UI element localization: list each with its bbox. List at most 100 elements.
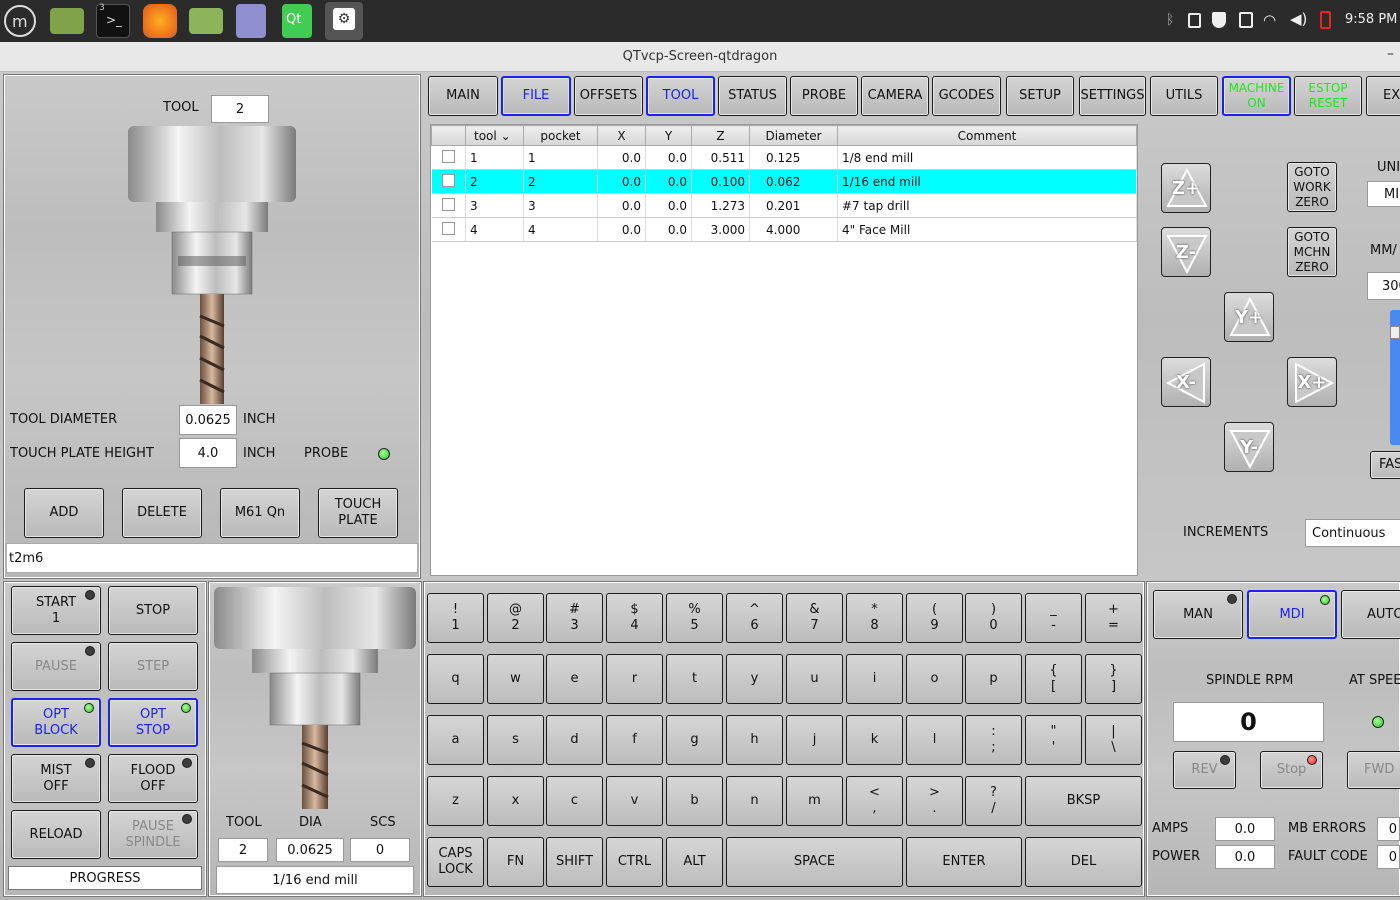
column-tool[interactable]: tool ⌄ <box>465 125 524 146</box>
cell-tool[interactable]: 4 <box>465 217 524 242</box>
key-row4-8[interactable]: > . <box>906 776 963 826</box>
key-backspace[interactable]: BKSP <box>1025 776 1142 826</box>
cell-dia[interactable]: 0.201 <box>749 193 838 218</box>
spindle-reverse-button[interactable]: REV <box>1173 751 1236 789</box>
tab-utils[interactable]: UTILS <box>1150 76 1218 116</box>
cell-z[interactable]: 3.000 <box>691 217 750 242</box>
key-row3-7[interactable]: k <box>846 715 903 765</box>
jog-y-plus-button[interactable]: Y+ <box>1224 292 1274 342</box>
firefox-icon[interactable] <box>143 4 177 38</box>
cell-z[interactable]: 0.511 <box>691 145 750 170</box>
cell-z[interactable]: 0.100 <box>691 169 750 194</box>
key-row3-3[interactable]: f <box>606 715 663 765</box>
key-row4-9[interactable]: ? / <box>965 776 1022 826</box>
cell-pocket[interactable]: 2 <box>523 169 598 194</box>
tab-gcodes[interactable]: GCODES <box>932 76 1001 116</box>
mist-button[interactable]: MIST OFF <box>11 754 101 803</box>
tool-table[interactable]: tool ⌄ pocket X Y Z Diameter Comment 110… <box>430 124 1138 576</box>
tab-estop-reset[interactable]: ESTOP RESET <box>1294 76 1362 116</box>
cell-pocket[interactable]: 4 <box>523 217 598 242</box>
tool-table-row[interactable]: 3 3 0.0 0.0 1.273 0.201 #7 tap drill <box>431 193 1137 218</box>
key-row5-2[interactable]: SHIFT <box>546 837 603 887</box>
key-row2-1[interactable]: w <box>487 654 544 704</box>
cell-x[interactable]: 0.0 <box>597 217 646 242</box>
mode-manual-button[interactable]: MAN <box>1153 590 1243 639</box>
key-row5-0[interactable]: CAPS LOCK <box>427 837 484 887</box>
clock[interactable]: 9:58 PM <box>1345 12 1397 27</box>
key-row4-7[interactable]: < , <box>846 776 903 826</box>
shield-icon[interactable] <box>1212 12 1226 28</box>
cell-dia[interactable]: 0.125 <box>749 145 838 170</box>
text-editor-icon[interactable] <box>236 4 266 38</box>
key-row1-7[interactable]: * 8 <box>846 593 903 643</box>
key-row4-2[interactable]: c <box>546 776 603 826</box>
column-comment[interactable]: Comment <box>837 125 1137 146</box>
mode-mdi-button[interactable]: MDI <box>1247 590 1337 639</box>
jog-y-minus-button[interactable]: Y- <box>1224 422 1274 472</box>
key-space[interactable]: SPACE <box>726 837 903 887</box>
spindle-forward-button[interactable]: FWD <box>1347 751 1400 789</box>
opt-block-button[interactable]: OPT BLOCK <box>11 698 101 747</box>
tool-table-row[interactable]: 1 1 0.0 0.0 0.511 0.125 1/8 end mill <box>431 145 1137 170</box>
key-row1-5[interactable]: ^ 6 <box>726 593 783 643</box>
clipboard-icon[interactable] <box>1188 13 1201 28</box>
files-icon[interactable] <box>189 8 223 34</box>
goto-machine-zero-button[interactable]: GOTO MCHN ZERO <box>1287 227 1337 277</box>
m61-button[interactable]: M61 Qn <box>220 488 300 538</box>
key-row2-7[interactable]: i <box>846 654 903 704</box>
cell-tool[interactable]: 2 <box>465 169 524 194</box>
row-checkbox[interactable] <box>441 173 455 187</box>
wifi-icon[interactable]: ◠ <box>1263 11 1276 29</box>
jog-rate-field[interactable]: 300 <box>1367 272 1400 300</box>
volume-icon[interactable]: ◀) <box>1290 10 1307 28</box>
cell-pocket[interactable]: 3 <box>523 193 598 218</box>
key-row5-1[interactable]: FN <box>487 837 544 887</box>
jog-z-plus-button[interactable]: Z+ <box>1161 163 1211 213</box>
tab-setup[interactable]: SETUP <box>1006 76 1074 116</box>
tab-file[interactable]: FILE <box>501 76 571 116</box>
start-button[interactable]: START 1 <box>11 586 101 635</box>
key-row4-0[interactable]: z <box>427 776 484 826</box>
pause-button[interactable]: PAUSE <box>11 642 101 691</box>
battery-icon[interactable] <box>1320 11 1331 29</box>
key-row2-8[interactable]: o <box>906 654 963 704</box>
tool-number-field[interactable]: 2 <box>211 95 269 123</box>
tab-main[interactable]: MAIN <box>428 76 498 116</box>
window-titlebar[interactable]: QTvcp-Screen-qtdragon – <box>0 42 1400 72</box>
reload-button[interactable]: RELOAD <box>11 810 101 859</box>
cell-comment[interactable]: 4" Face Mill <box>837 217 1137 242</box>
row-checkbox[interactable] <box>441 221 455 235</box>
key-row4-4[interactable]: b <box>666 776 723 826</box>
tool-table-row[interactable]: 2 2 0.0 0.0 0.100 0.062 1/16 end mill <box>431 169 1137 194</box>
row-select-cell[interactable] <box>431 217 466 242</box>
key-row4-6[interactable]: m <box>786 776 843 826</box>
key-enter[interactable]: ENTER <box>906 837 1022 887</box>
cell-y[interactable]: 0.0 <box>645 193 692 218</box>
tab-tool[interactable]: TOOL <box>646 76 715 116</box>
key-row3-11[interactable]: | \ <box>1085 715 1142 765</box>
stop-button[interactable]: STOP <box>108 586 198 635</box>
mode-auto-button[interactable]: AUTO <box>1341 590 1400 639</box>
column-diameter[interactable]: Diameter <box>749 125 838 146</box>
key-row3-2[interactable]: d <box>546 715 603 765</box>
cell-comment[interactable]: 1/8 end mill <box>837 145 1137 170</box>
cell-tool[interactable]: 1 <box>465 145 524 170</box>
minimize-button[interactable]: – <box>1387 46 1394 62</box>
tool-table-row[interactable]: 4 4 0.0 0.0 3.000 4.000 4" Face Mill <box>431 217 1137 242</box>
tab-camera[interactable]: CAMERA <box>861 76 929 116</box>
key-row2-11[interactable]: } ] <box>1085 654 1142 704</box>
key-row1-11[interactable]: + = <box>1085 593 1142 643</box>
key-row3-6[interactable]: j <box>786 715 843 765</box>
add-tool-button[interactable]: ADD <box>24 488 104 538</box>
key-row3-5[interactable]: h <box>726 715 783 765</box>
jog-rate-slider-handle[interactable] <box>1390 326 1400 339</box>
cell-comment[interactable]: 1/16 end mill <box>837 169 1137 194</box>
terminal-icon[interactable]: 3 >_ <box>96 3 130 38</box>
key-row3-1[interactable]: s <box>487 715 544 765</box>
row-select-cell[interactable] <box>431 169 466 194</box>
tab-settings[interactable]: SETTINGS <box>1079 76 1146 116</box>
row-checkbox[interactable] <box>441 149 455 163</box>
key-row3-10[interactable]: " ' <box>1025 715 1082 765</box>
key-row2-5[interactable]: y <box>726 654 783 704</box>
tab-exit[interactable]: EX <box>1366 76 1400 116</box>
